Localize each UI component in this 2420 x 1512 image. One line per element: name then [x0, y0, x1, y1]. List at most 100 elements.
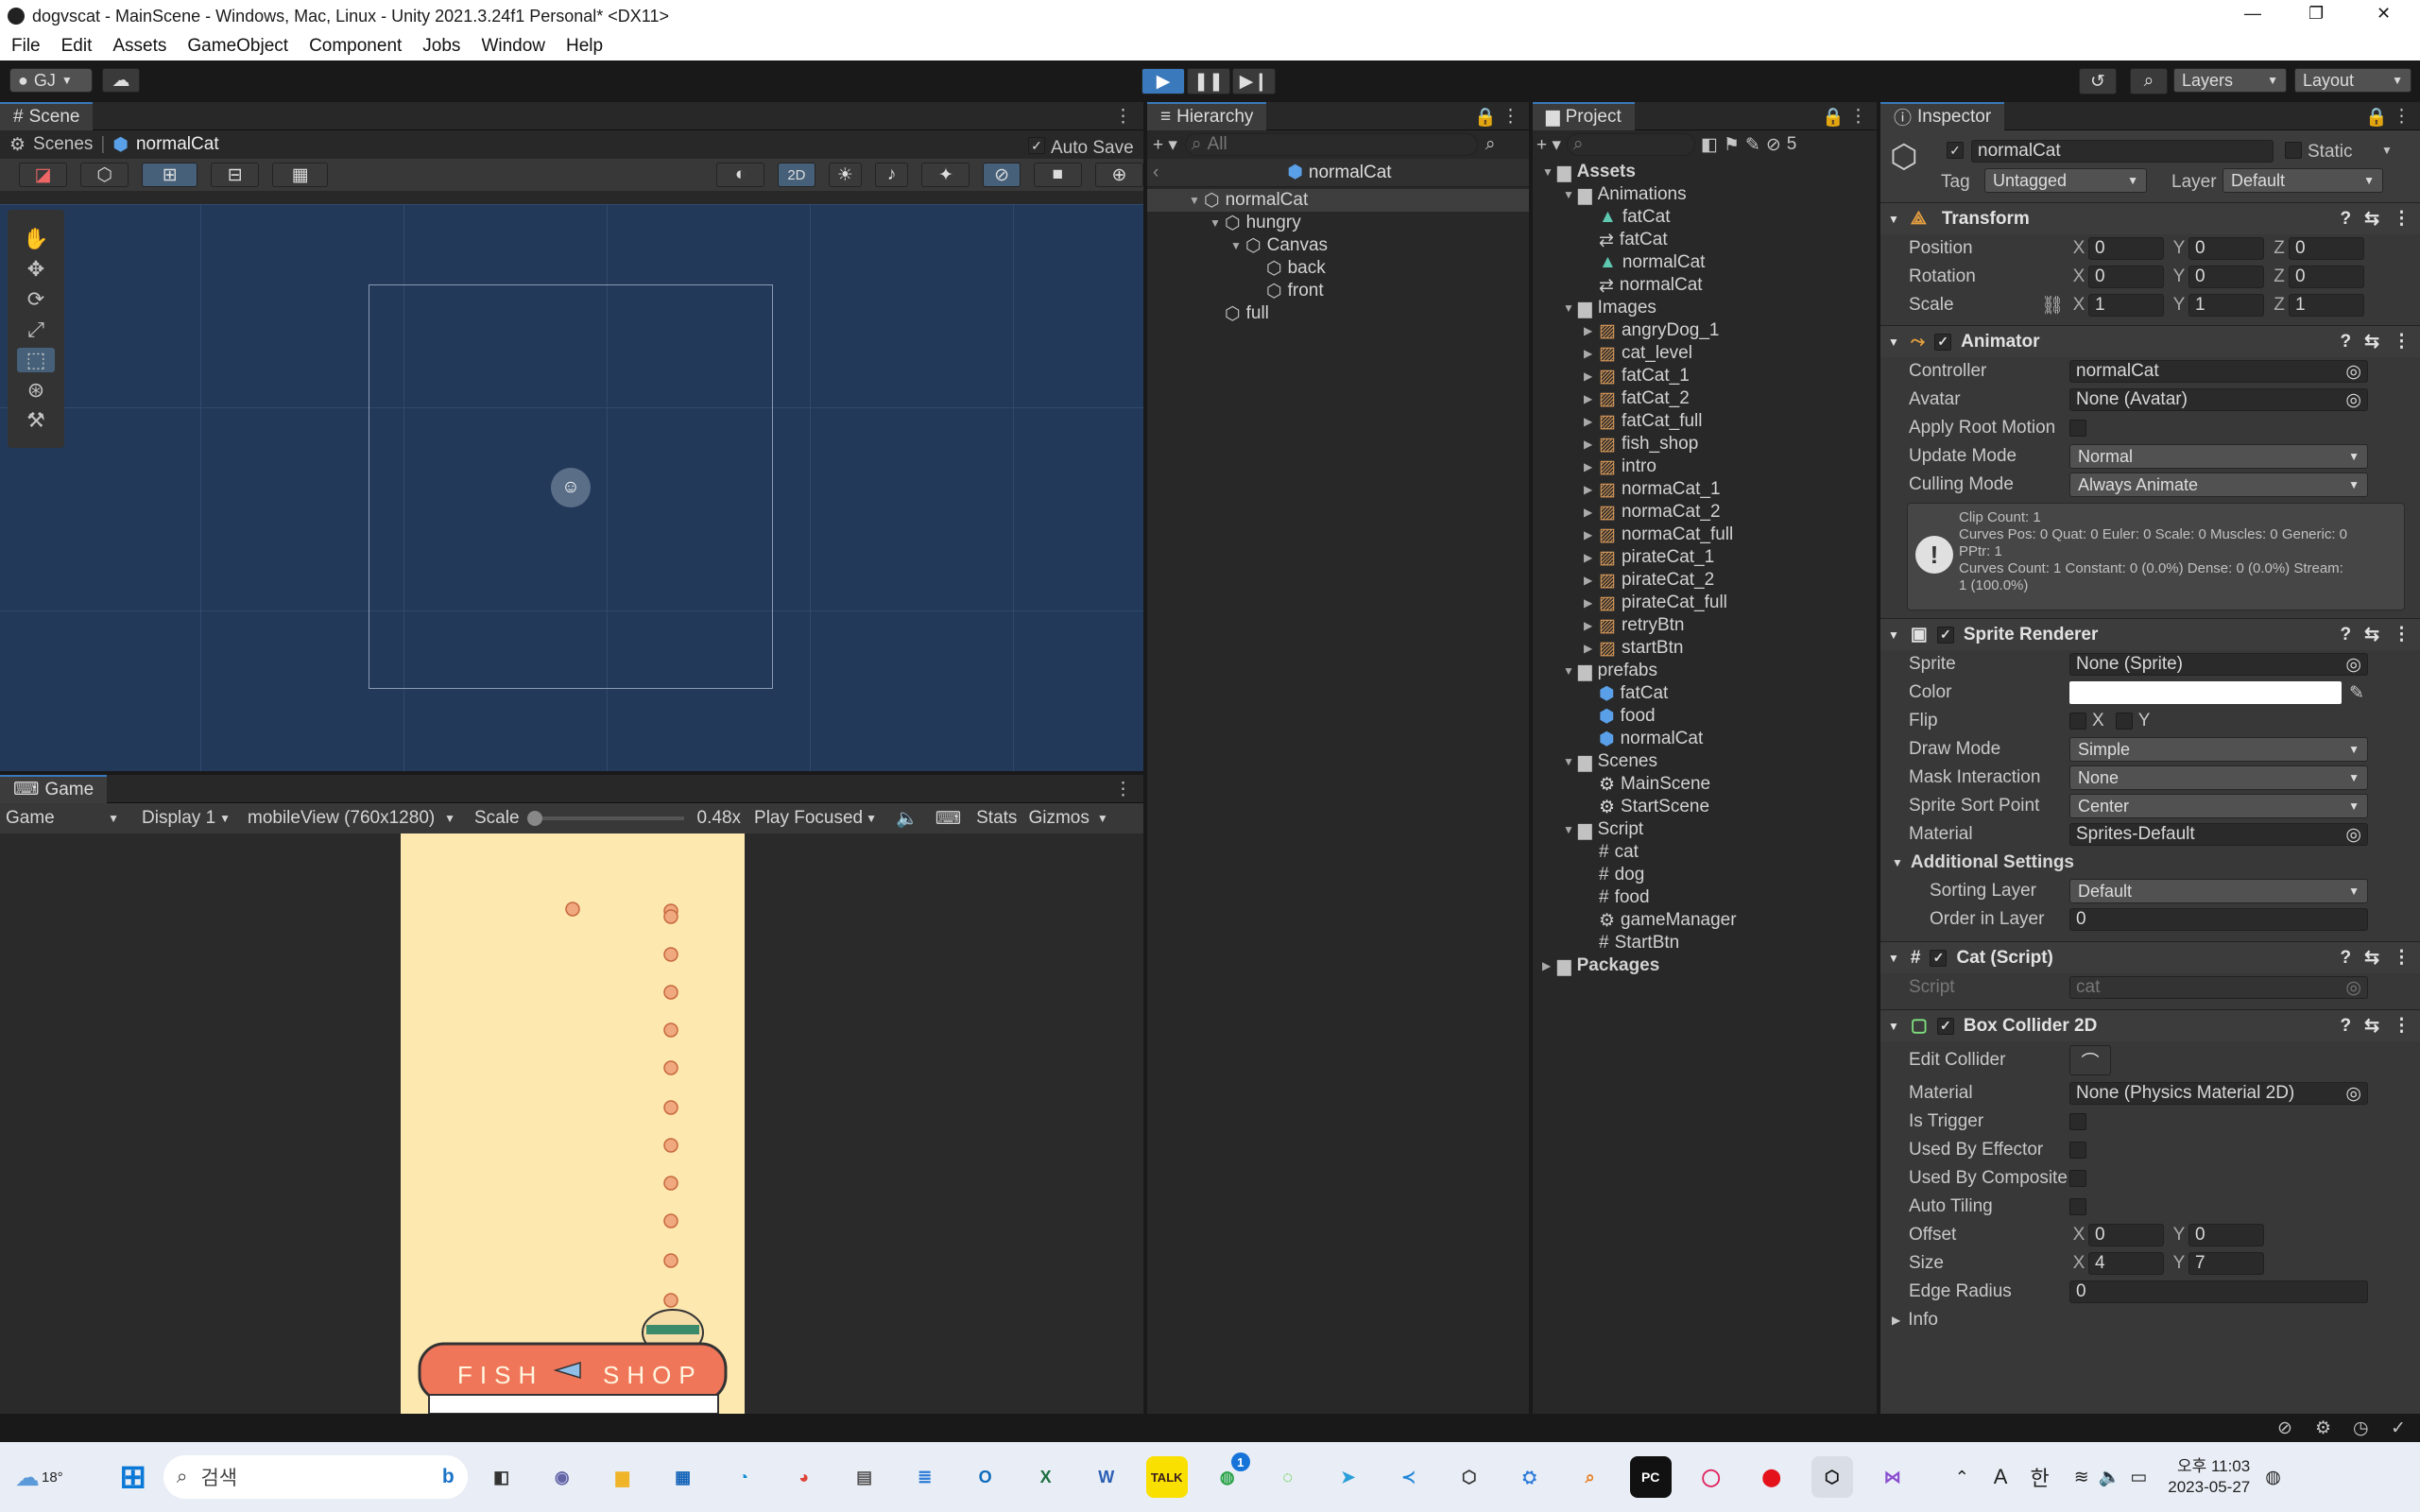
- animator-enabled-checkbox[interactable]: ✓: [1934, 333, 1952, 351]
- project-item[interactable]: ▼ ▆ Script: [1533, 818, 1877, 841]
- culling-mode-dropdown[interactable]: Always Animate ▼: [2069, 472, 2368, 497]
- wifi-icon[interactable]: ≋: [2074, 1467, 2089, 1488]
- foldout-arrow-icon[interactable]: ▶: [1584, 506, 1597, 519]
- gizmos-toggle[interactable]: Gizmos: [1028, 808, 1089, 829]
- project-item[interactable]: ▶ ▨ pirateCat_1: [1533, 546, 1877, 569]
- play-button[interactable]: ▶: [1141, 68, 1185, 94]
- hierarchy-item[interactable]: ▼ ⬡ hungry: [1147, 212, 1529, 234]
- scale-y-field[interactable]: 1: [2188, 294, 2264, 317]
- component-menu-icon[interactable]: ⋮: [2393, 624, 2411, 645]
- unity-editor-icon[interactable]: ⬡: [1811, 1456, 1853, 1498]
- hierarchy-item[interactable]: ⬡ back: [1147, 257, 1529, 280]
- project-item[interactable]: ⬢ fatCat: [1533, 682, 1877, 705]
- project-item[interactable]: ▶ ▨ fatCat_2: [1533, 387, 1877, 410]
- project-item[interactable]: ▶ ▨ normaCat_2: [1533, 501, 1877, 524]
- sort-point-dropdown[interactable]: Center ▼: [2069, 794, 2368, 818]
- project-search-input[interactable]: ⌕: [1566, 133, 1695, 156]
- display-dropdown[interactable]: Display 1 ▼: [125, 808, 236, 829]
- project-item[interactable]: ▶ ▨ fatCat_1: [1533, 365, 1877, 387]
- foldout-arrow-icon[interactable]: ▶: [1584, 392, 1597, 405]
- calculator-icon[interactable]: ▤: [844, 1456, 885, 1498]
- controller-field[interactable]: normalCat ◎: [2069, 360, 2368, 383]
- menu-edit[interactable]: Edit: [61, 36, 93, 57]
- breadcrumb-normalcat[interactable]: normalCat: [136, 134, 219, 155]
- gizmos-button[interactable]: ⊕: [1094, 163, 1143, 187]
- hidden-objects-button[interactable]: ⊘: [983, 163, 1021, 187]
- animator-component-header[interactable]: ▼ ⤳ ✓ Animator ? ⇆ ⋮: [1880, 325, 2420, 357]
- project-item[interactable]: ▶ ▨ startBtn: [1533, 637, 1877, 660]
- hierarchy-item[interactable]: ▼ ⬡ normalCat: [1147, 189, 1529, 212]
- more-menu-icon[interactable]: ⋮: [1849, 106, 1867, 128]
- project-item[interactable]: ⬢ food: [1533, 705, 1877, 728]
- search-button[interactable]: ⌕: [2130, 68, 2168, 94]
- project-item[interactable]: # food: [1533, 886, 1877, 909]
- progress-icon[interactable]: ◷: [2353, 1418, 2369, 1439]
- chrome-icon[interactable]: ◕: [783, 1456, 825, 1498]
- increment-snap-button[interactable]: ⊟: [211, 163, 260, 187]
- layers-dropdown[interactable]: Layers ▼: [2173, 68, 2287, 93]
- whatsapp-icon[interactable]: ◍ 1: [1207, 1452, 1250, 1498]
- preset-icon[interactable]: ⇆: [2364, 624, 2379, 645]
- menu-assets[interactable]: Assets: [112, 36, 166, 57]
- project-item[interactable]: ▼ ▆ Assets: [1533, 161, 1877, 183]
- preset-icon[interactable]: ⇆: [2364, 1015, 2379, 1037]
- render-mode-button[interactable]: ⬡: [80, 163, 129, 187]
- project-item[interactable]: ▼ ▆ prefabs: [1533, 660, 1877, 682]
- foldout-arrow-icon[interactable]: ▼: [1230, 239, 1244, 252]
- app-icon[interactable]: ⛭: [1509, 1456, 1551, 1498]
- component-menu-icon[interactable]: ⋮: [2393, 1015, 2411, 1037]
- help-icon[interactable]: ?: [2340, 209, 2351, 230]
- rotation-y-field[interactable]: 0: [2188, 266, 2264, 288]
- chevron-down-icon[interactable]: ▼: [1097, 812, 1108, 825]
- object-picker-icon[interactable]: ◎: [2345, 389, 2361, 411]
- auto-tiling-checkbox[interactable]: [2069, 1198, 2086, 1215]
- project-item[interactable]: ▶ ▨ normaCat_full: [1533, 524, 1877, 546]
- draw-mode-button[interactable]: ◪: [19, 163, 68, 187]
- favorites-icon[interactable]: ✎: [1745, 134, 1760, 156]
- component-menu-icon[interactable]: ⋮: [2393, 947, 2411, 969]
- selected-object-gizmo[interactable]: ☺: [551, 468, 591, 507]
- menu-window[interactable]: Window: [481, 36, 545, 57]
- scale-z-field[interactable]: 1: [2289, 294, 2364, 317]
- close-button[interactable]: ✕: [2377, 4, 2391, 24]
- rotate-tool-icon[interactable]: ⟳: [27, 287, 44, 312]
- ms-store-icon[interactable]: ▦: [662, 1456, 704, 1498]
- rotation-z-field[interactable]: 0: [2289, 266, 2364, 288]
- hierarchy-item[interactable]: ▼ ⬡ Canvas: [1147, 234, 1529, 257]
- task-view-icon[interactable]: ◧: [481, 1456, 523, 1498]
- physics-material-field[interactable]: None (Physics Material 2D) ◎: [2069, 1082, 2368, 1105]
- used-by-effector-checkbox[interactable]: [2069, 1142, 2086, 1159]
- cat-script-header[interactable]: ▼ # ✓ Cat (Script) ? ⇆ ⋮: [1880, 941, 2420, 973]
- project-item[interactable]: ▼ ▆ Images: [1533, 297, 1877, 319]
- tag-dropdown[interactable]: Untagged ▼: [1984, 168, 2147, 193]
- scene-viewport[interactable]: ☺ ✋ ✥ ⟳ ⤢ ⬚ ⊛ ⚒: [0, 204, 1143, 771]
- notepad-icon[interactable]: ≣: [904, 1456, 946, 1498]
- account-dropdown[interactable]: ● GJ ▼: [9, 68, 93, 93]
- stats-button[interactable]: Stats: [976, 808, 1017, 829]
- offset-y-field[interactable]: 0: [2188, 1224, 2264, 1246]
- update-mode-dropdown[interactable]: Normal ▼: [2069, 444, 2368, 469]
- foldout-arrow-icon[interactable]: ▶: [1584, 369, 1597, 383]
- teams-chat-icon[interactable]: ◉: [541, 1456, 583, 1498]
- lock-icon[interactable]: 🔒: [1474, 106, 1497, 129]
- camera-button[interactable]: ■: [1033, 163, 1082, 187]
- effects-button[interactable]: ✦: [921, 163, 970, 187]
- chevron-down-icon[interactable]: ▼: [2381, 144, 2393, 157]
- foldout-arrow-icon[interactable]: ▼: [1563, 755, 1576, 768]
- size-y-field[interactable]: 7: [2188, 1252, 2264, 1275]
- foldout-arrow-icon[interactable]: ▼: [1210, 216, 1223, 230]
- volume-icon[interactable]: 🔈: [2099, 1466, 2121, 1488]
- bug-icon[interactable]: ⚙: [2315, 1418, 2331, 1439]
- resolution-dropdown[interactable]: mobileView (760x1280) ▼: [236, 808, 461, 829]
- project-item[interactable]: ⚙ MainScene: [1533, 773, 1877, 796]
- project-item[interactable]: ▶ ▨ pirateCat_full: [1533, 592, 1877, 614]
- mask-interaction-dropdown[interactable]: None ▼: [2069, 765, 2368, 790]
- hand-tool-icon[interactable]: ✋: [23, 227, 48, 251]
- project-item[interactable]: ▶ ▨ intro: [1533, 455, 1877, 478]
- edit-collider-button[interactable]: ⌒: [2069, 1045, 2111, 1075]
- breadcrumb-scenes[interactable]: Scenes: [33, 134, 93, 155]
- step-button[interactable]: ▶❙: [1232, 68, 1276, 94]
- start-button[interactable]: ⊞: [112, 1456, 154, 1498]
- play-focused-dropdown[interactable]: Play Focused ▼: [741, 808, 883, 829]
- search-by-label-icon[interactable]: ⚑: [1724, 134, 1740, 156]
